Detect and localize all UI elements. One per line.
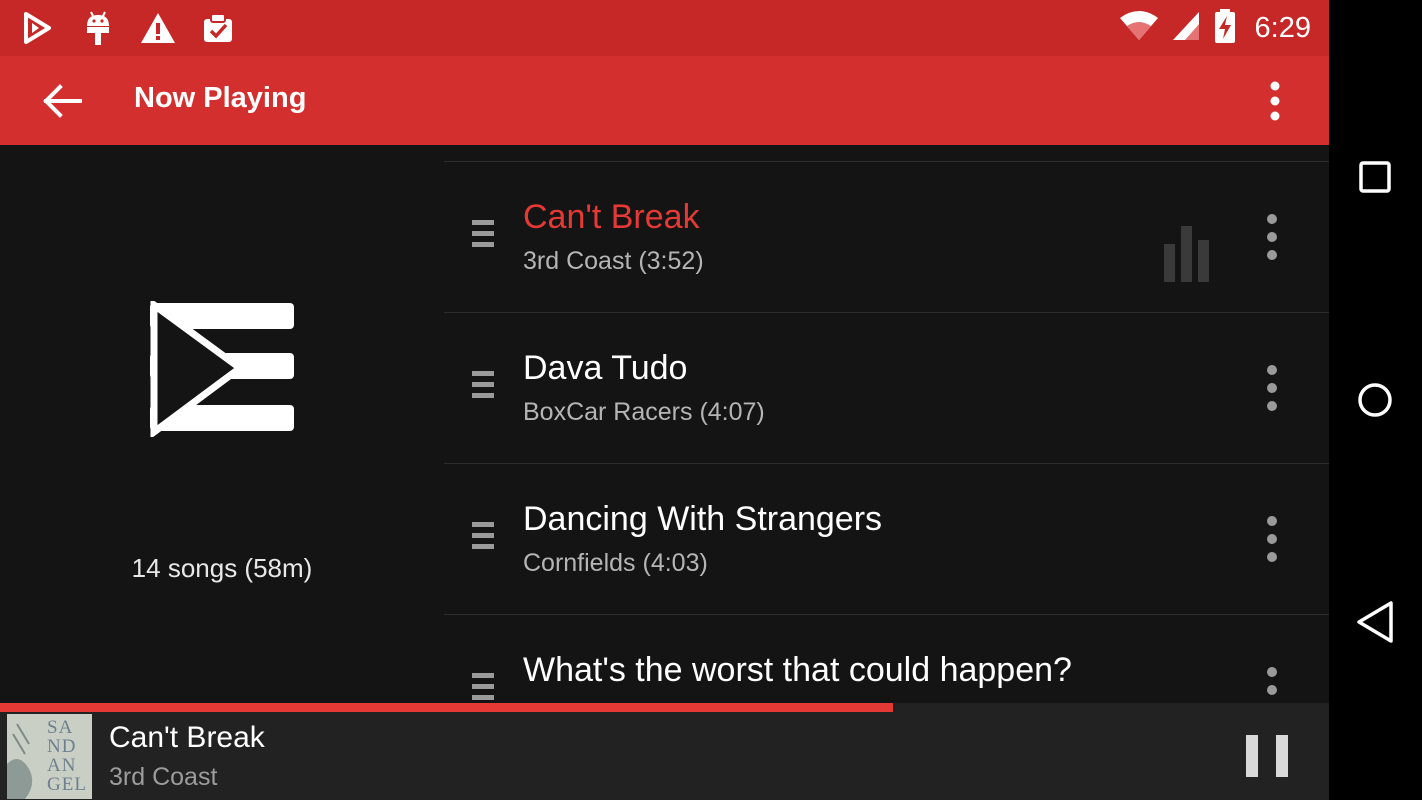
- playlist-summary: 14 songs (58m): [131, 553, 313, 583]
- android-debug-icon: [80, 8, 116, 48]
- cell-signal-icon: [1171, 10, 1201, 47]
- more-vert-icon[interactable]: [1255, 76, 1295, 126]
- status-bar: 6:29: [0, 0, 1329, 56]
- now-playing-equalizer-icon: [1164, 224, 1216, 282]
- queue-item[interactable]: Can't Break 3rd Coast (3:52): [444, 162, 1329, 313]
- battery-charging-icon: [1213, 8, 1237, 49]
- home-circle-icon[interactable]: [1351, 376, 1399, 424]
- queue-item[interactable]: What's the worst that could happen?: [444, 615, 1329, 703]
- song-title: What's the worst that could happen?: [523, 651, 1072, 689]
- drag-handle-icon[interactable]: [472, 220, 494, 254]
- drag-handle-icon[interactable]: [472, 522, 494, 556]
- song-title: Dancing With Strangers: [523, 500, 883, 538]
- warning-icon: [140, 8, 176, 48]
- queue-item[interactable]: Dancing With Strangers Cornfields (4:03): [444, 464, 1329, 615]
- arrow-back-icon[interactable]: [38, 78, 86, 124]
- toolbar: Now Playing: [0, 56, 1329, 145]
- playback-progress-bar[interactable]: [0, 703, 1329, 712]
- playlist-info-panel: 14 songs (58m): [0, 145, 444, 703]
- wifi-icon: [1119, 10, 1159, 47]
- play-store-icon: [20, 8, 56, 48]
- more-vert-icon[interactable]: [1260, 365, 1284, 417]
- app-logo-icon: [150, 298, 298, 439]
- song-title: Dava Tudo: [523, 349, 688, 387]
- song-subtitle: 3rd Coast (3:52): [523, 247, 704, 275]
- recents-square-icon[interactable]: [1351, 153, 1399, 201]
- status-time: 6:29: [1254, 11, 1311, 44]
- song-subtitle: Cornfields (4:03): [523, 549, 708, 577]
- notification-icons: [20, 8, 236, 48]
- mini-player-title: Can't Break: [109, 721, 265, 754]
- more-vert-icon[interactable]: [1260, 667, 1284, 703]
- music-app: 6:29 Now Playing 14 songs (58m) Can't Br…: [0, 0, 1329, 800]
- more-vert-icon[interactable]: [1260, 214, 1284, 266]
- back-triangle-icon[interactable]: [1351, 598, 1399, 646]
- song-subtitle: BoxCar Racers (4:07): [523, 398, 765, 426]
- playback-progress-fill: [0, 703, 894, 712]
- queue-list[interactable]: Can't Break 3rd Coast (3:52) Dava Tudo B…: [444, 145, 1329, 703]
- mini-player[interactable]: SA ND AN GEL Can't Break 3rd Coast: [0, 703, 1329, 800]
- pause-icon[interactable]: [1246, 735, 1288, 777]
- system-nav-bar: [1329, 0, 1422, 800]
- system-status: 6:29: [1119, 8, 1311, 48]
- album-art[interactable]: SA ND AN GEL: [7, 714, 92, 799]
- clipboard-check-icon: [200, 8, 236, 48]
- page-title: Now Playing: [134, 82, 307, 114]
- album-art-text: SA ND AN GEL: [47, 717, 87, 795]
- song-title: Can't Break: [523, 198, 700, 236]
- drag-handle-icon[interactable]: [472, 371, 494, 405]
- more-vert-icon[interactable]: [1260, 516, 1284, 568]
- queue-item[interactable]: Dava Tudo BoxCar Racers (4:07): [444, 313, 1329, 464]
- mini-player-artist: 3rd Coast: [109, 763, 218, 791]
- drag-handle-icon[interactable]: [472, 673, 494, 703]
